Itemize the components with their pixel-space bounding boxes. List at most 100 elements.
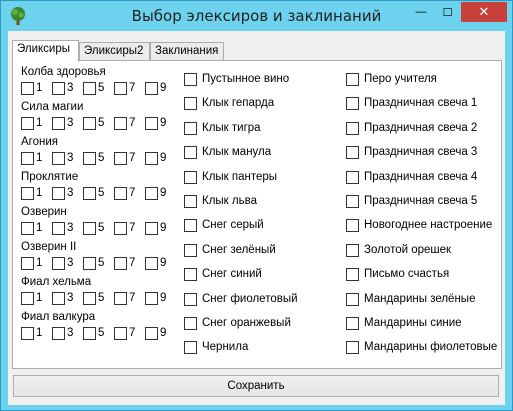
tab-elixirs[interactable]: Эликсиры <box>12 40 79 62</box>
checkbox-box[interactable] <box>145 151 158 165</box>
elixir-dose-checkbox[interactable]: 1 <box>21 221 52 235</box>
elixir-dose-checkbox[interactable]: 5 <box>83 256 114 270</box>
elixir-dose-checkbox[interactable]: 1 <box>21 81 52 95</box>
checkbox-box[interactable] <box>52 81 65 95</box>
elixir-dose-checkbox[interactable]: 1 <box>21 256 52 270</box>
checkbox-box[interactable] <box>145 326 158 340</box>
checkbox-box[interactable] <box>114 186 127 200</box>
checkbox-box[interactable] <box>114 81 127 95</box>
middle-checkbox-item[interactable]: Чернила <box>184 339 334 355</box>
checkbox-box[interactable] <box>114 221 127 235</box>
middle-checkbox-item[interactable]: Снег синий <box>184 266 334 282</box>
checkbox-box[interactable] <box>184 96 197 110</box>
checkbox-box[interactable] <box>83 116 96 130</box>
checkbox-box[interactable] <box>21 326 34 340</box>
elixir-dose-checkbox[interactable]: 1 <box>21 151 52 165</box>
elixir-dose-checkbox[interactable]: 7 <box>114 326 145 340</box>
checkbox-box[interactable] <box>184 72 197 86</box>
tab-spells[interactable]: Заклинания <box>150 42 224 61</box>
checkbox-box[interactable] <box>52 186 65 200</box>
middle-checkbox-item[interactable]: Клык пантеры <box>184 169 334 185</box>
minimize-button[interactable]: — <box>408 2 434 22</box>
checkbox-box[interactable] <box>114 116 127 130</box>
elixir-dose-checkbox[interactable]: 3 <box>52 186 83 200</box>
checkbox-box[interactable] <box>52 326 65 340</box>
elixir-dose-checkbox[interactable]: 1 <box>21 116 52 130</box>
elixir-dose-checkbox[interactable]: 3 <box>52 116 83 130</box>
elixir-dose-checkbox[interactable]: 7 <box>114 151 145 165</box>
elixir-dose-checkbox[interactable]: 3 <box>52 291 83 305</box>
checkbox-box[interactable] <box>346 267 359 281</box>
checkbox-box[interactable] <box>184 170 197 184</box>
elixir-dose-checkbox[interactable]: 7 <box>114 221 145 235</box>
checkbox-box[interactable] <box>346 218 359 232</box>
checkbox-box[interactable] <box>21 186 34 200</box>
elixir-dose-checkbox[interactable]: 9 <box>145 256 176 270</box>
checkbox-box[interactable] <box>114 151 127 165</box>
checkbox-box[interactable] <box>52 291 65 305</box>
middle-checkbox-item[interactable]: Клык тигра <box>184 120 334 136</box>
elixir-dose-checkbox[interactable]: 3 <box>52 81 83 95</box>
checkbox-box[interactable] <box>145 186 158 200</box>
checkbox-box[interactable] <box>346 292 359 306</box>
checkbox-box[interactable] <box>114 256 127 270</box>
checkbox-box[interactable] <box>52 256 65 270</box>
save-button[interactable]: Сохранить <box>13 375 499 397</box>
right-checkbox-item[interactable]: Письмо счастья <box>346 266 500 282</box>
elixir-dose-checkbox[interactable]: 9 <box>145 186 176 200</box>
checkbox-box[interactable] <box>83 256 96 270</box>
elixir-dose-checkbox[interactable]: 3 <box>52 326 83 340</box>
checkbox-box[interactable] <box>346 170 359 184</box>
elixir-dose-checkbox[interactable]: 5 <box>83 221 114 235</box>
elixir-dose-checkbox[interactable]: 1 <box>21 291 52 305</box>
checkbox-box[interactable] <box>21 291 34 305</box>
checkbox-box[interactable] <box>184 121 197 135</box>
elixir-dose-checkbox[interactable]: 3 <box>52 221 83 235</box>
checkbox-box[interactable] <box>346 194 359 208</box>
checkbox-box[interactable] <box>184 340 197 354</box>
middle-checkbox-item[interactable]: Снег фиолетовый <box>184 291 334 307</box>
right-checkbox-item[interactable]: Праздничная свеча 1 <box>346 95 500 111</box>
checkbox-box[interactable] <box>52 116 65 130</box>
elixir-dose-checkbox[interactable]: 7 <box>114 256 145 270</box>
checkbox-box[interactable] <box>145 81 158 95</box>
elixir-dose-checkbox[interactable]: 3 <box>52 256 83 270</box>
checkbox-box[interactable] <box>83 221 96 235</box>
elixir-dose-checkbox[interactable]: 7 <box>114 81 145 95</box>
elixir-dose-checkbox[interactable]: 5 <box>83 326 114 340</box>
checkbox-box[interactable] <box>114 326 127 340</box>
elixir-dose-checkbox[interactable]: 5 <box>83 291 114 305</box>
checkbox-box[interactable] <box>145 221 158 235</box>
elixir-dose-checkbox[interactable]: 5 <box>83 81 114 95</box>
checkbox-box[interactable] <box>83 81 96 95</box>
right-checkbox-item[interactable]: Праздничная свеча 5 <box>346 193 500 209</box>
checkbox-box[interactable] <box>114 291 127 305</box>
elixir-dose-checkbox[interactable]: 1 <box>21 186 52 200</box>
checkbox-box[interactable] <box>346 96 359 110</box>
checkbox-box[interactable] <box>83 151 96 165</box>
checkbox-box[interactable] <box>83 326 96 340</box>
right-checkbox-item[interactable]: Праздничная свеча 2 <box>346 120 500 136</box>
elixir-dose-checkbox[interactable]: 5 <box>83 116 114 130</box>
checkbox-box[interactable] <box>21 81 34 95</box>
right-checkbox-item[interactable]: Праздничная свеча 4 <box>346 169 500 185</box>
checkbox-box[interactable] <box>184 194 197 208</box>
checkbox-box[interactable] <box>346 340 359 354</box>
checkbox-box[interactable] <box>21 116 34 130</box>
right-checkbox-item[interactable]: Новогоднее настроение <box>346 217 500 233</box>
elixir-dose-checkbox[interactable]: 5 <box>83 186 114 200</box>
checkbox-box[interactable] <box>346 72 359 86</box>
close-button[interactable]: ✕ <box>461 2 507 22</box>
checkbox-box[interactable] <box>346 145 359 159</box>
elixir-dose-checkbox[interactable]: 9 <box>145 116 176 130</box>
elixir-dose-checkbox[interactable]: 9 <box>145 221 176 235</box>
checkbox-box[interactable] <box>21 151 34 165</box>
checkbox-box[interactable] <box>145 256 158 270</box>
checkbox-box[interactable] <box>52 221 65 235</box>
middle-checkbox-item[interactable]: Клык гепарда <box>184 95 334 111</box>
right-checkbox-item[interactable]: Мандарины фиолетовые <box>346 339 500 355</box>
elixir-dose-checkbox[interactable]: 5 <box>83 151 114 165</box>
middle-checkbox-item[interactable]: Пустынное вино <box>184 71 334 87</box>
right-checkbox-item[interactable]: Праздничная свеча 3 <box>346 144 500 160</box>
checkbox-box[interactable] <box>145 116 158 130</box>
